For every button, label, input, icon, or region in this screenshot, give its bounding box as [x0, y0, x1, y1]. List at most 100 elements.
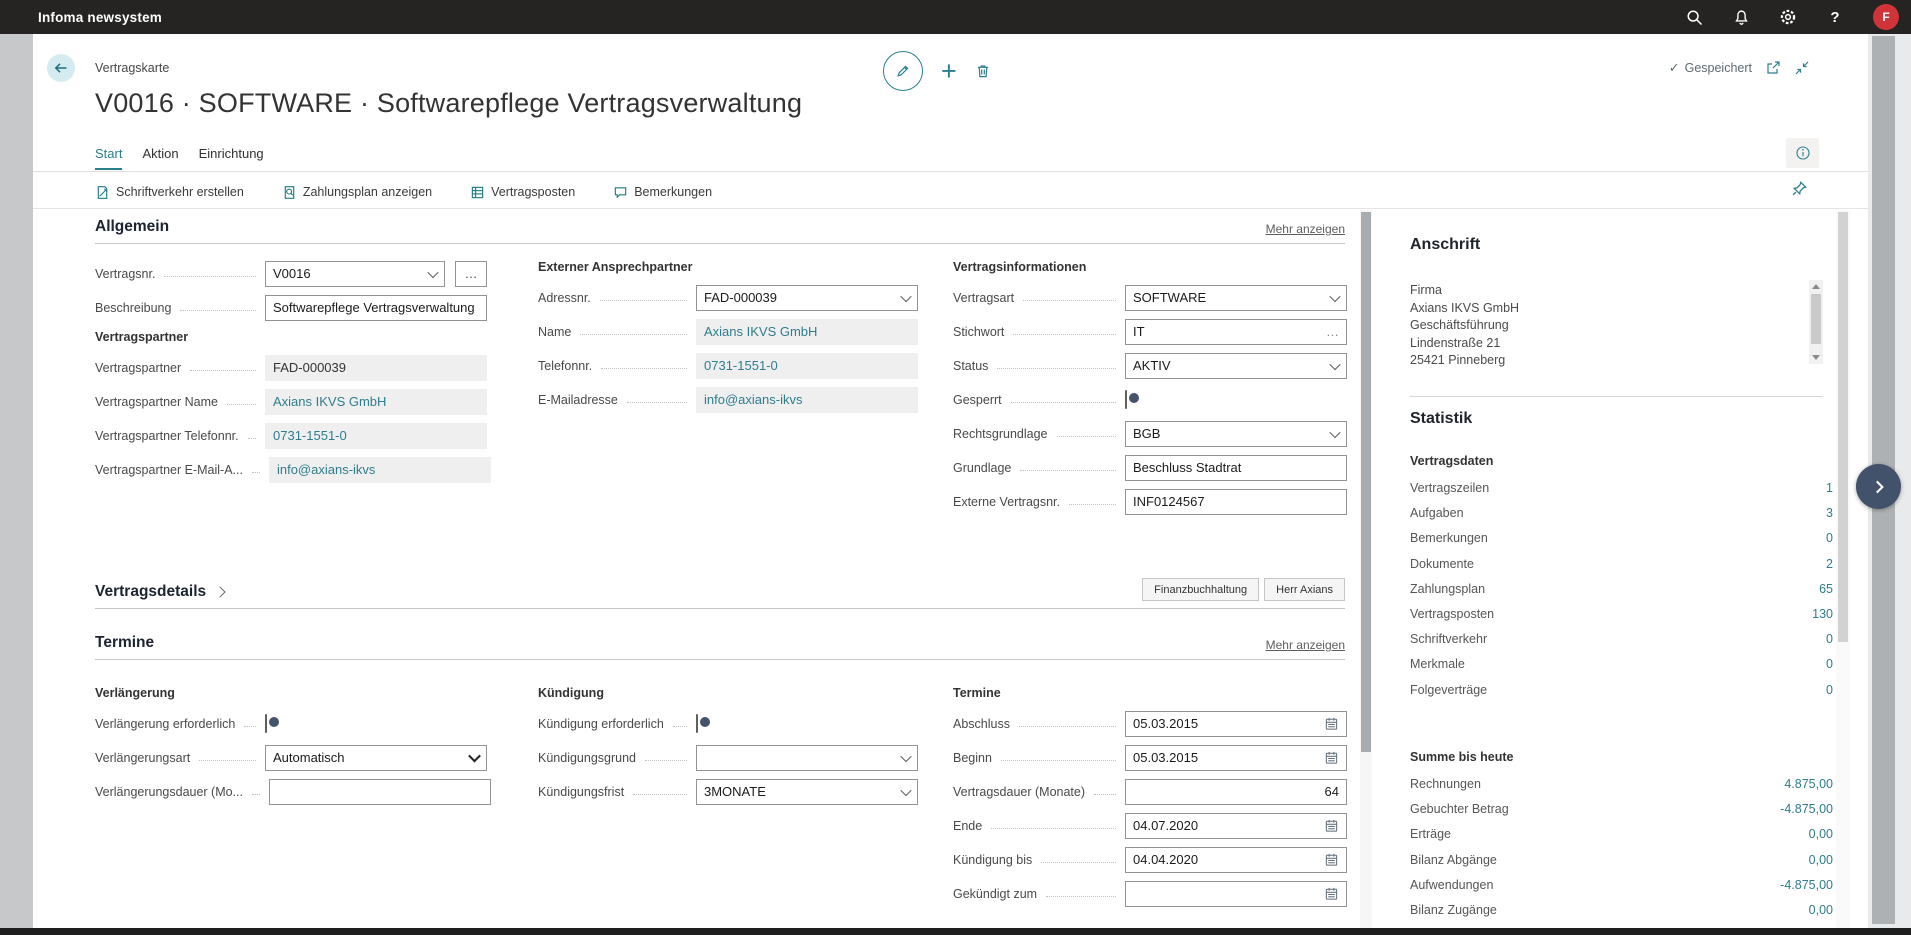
field-label: Kündigungsfrist	[538, 785, 624, 799]
section-heading-vertragsdetails[interactable]: Vertragsdetails	[95, 583, 224, 601]
delete-button[interactable]	[975, 63, 991, 79]
vertragsposten-button[interactable]: Vertragsposten	[470, 185, 575, 200]
stat-row: Bilanz Abgänge0,00	[1410, 848, 1833, 873]
ansprechpartner-telefon-link[interactable]: 0731-1551-0	[696, 353, 918, 379]
expand-factbox-button[interactable]	[1856, 464, 1901, 509]
ende-date-field[interactable]: 04.07.2020	[1125, 813, 1347, 839]
page-title: V0016 · SOFTWARE · Softwarepflege Vertra…	[95, 88, 802, 119]
stat-row: Bemerkungen0	[1410, 526, 1833, 551]
main-scrollbar[interactable]	[1360, 210, 1372, 928]
divider	[33, 171, 1868, 172]
settings-gear-icon[interactable]	[1779, 8, 1797, 26]
kuendigung-erforderlich-toggle[interactable]	[696, 714, 698, 733]
stat-row: Vertragsposten130	[1410, 602, 1833, 627]
info-button[interactable]	[1786, 138, 1819, 168]
vertragsdauer-input[interactable]	[1125, 779, 1347, 805]
address-scrollbar[interactable]	[1809, 280, 1823, 364]
bottom-taskbar-strip	[0, 928, 1911, 935]
add-button[interactable]: +	[941, 52, 957, 90]
search-icon[interactable]	[1685, 8, 1703, 26]
grundlage-input[interactable]	[1125, 455, 1347, 481]
vertragspartner-name-link[interactable]: Axians IKVS GmbH	[265, 389, 487, 415]
vertragsnr-combobox[interactable]: V0016	[265, 261, 445, 287]
back-button[interactable]	[47, 54, 75, 82]
abschluss-date-field[interactable]: 05.03.2015	[1125, 711, 1347, 737]
allgemein-mehr-anzeigen-link[interactable]: Mehr anzeigen	[1266, 222, 1345, 236]
kuendigung-bis-date-field[interactable]: 04.04.2020	[1125, 847, 1347, 873]
chevron-right-icon	[214, 586, 225, 597]
kuendigungsgrund-combobox[interactable]	[696, 745, 918, 771]
address-block: Firma Axians IKVS GmbH Geschäftsführung …	[1410, 282, 1519, 370]
scroll-up-icon[interactable]	[1812, 284, 1820, 289]
termine-mehr-anzeigen-link[interactable]: Mehr anzeigen	[1266, 638, 1345, 652]
info-icon	[1795, 145, 1811, 161]
ansprechpartner-name-link[interactable]: Axians IKVS GmbH	[696, 319, 918, 345]
tab-start[interactable]: Start	[95, 146, 122, 170]
ansprechpartner-email-link[interactable]: info@axians-ikvs	[696, 387, 918, 413]
field-label: Telefonnr.	[538, 359, 592, 373]
edit-button[interactable]	[883, 51, 923, 91]
vertragsart-combobox[interactable]: SOFTWARE	[1125, 285, 1347, 311]
panel-scrollbar[interactable]	[1836, 210, 1850, 928]
verlaengerungsart-select[interactable]: Automatisch	[265, 745, 487, 771]
top-bar: Infoma newsystem ? F	[0, 0, 1911, 34]
zahlungsplan-anzeigen-button[interactable]: Zahlungsplan anzeigen	[282, 185, 432, 200]
popout-icon[interactable]	[1765, 60, 1781, 76]
stat-row: Erträge0,00	[1410, 822, 1833, 847]
calendar-icon[interactable]	[1324, 852, 1339, 867]
calendar-icon[interactable]	[1324, 818, 1339, 833]
help-icon[interactable]: ?	[1826, 8, 1844, 26]
contract-card: Vertragskarte + ✓ Gespeichert	[33, 34, 1868, 928]
field-label: Kündigungsgrund	[538, 751, 636, 765]
panel-heading-anschrift: Anschrift	[1410, 236, 1480, 254]
gesperrt-toggle[interactable]	[1125, 390, 1127, 409]
kuendigungsfrist-combobox[interactable]: 3MONATE	[696, 779, 918, 805]
vertragspartner-telefon-link[interactable]: 0731-1551-0	[265, 423, 487, 449]
calendar-icon[interactable]	[1324, 886, 1339, 901]
rechtsgrundlage-combobox[interactable]: BGB	[1125, 421, 1347, 447]
stat-row: Folgeverträge0	[1410, 678, 1833, 703]
beschreibung-input[interactable]	[265, 295, 487, 321]
finanzbuchhaltung-button[interactable]: Finanzbuchhaltung	[1142, 578, 1259, 601]
vertragsnr-assist-button[interactable]: …	[455, 261, 487, 287]
chevron-down-icon	[468, 750, 481, 763]
field-label: Vertragsnr.	[95, 267, 155, 281]
notifications-icon[interactable]	[1732, 8, 1750, 26]
verlaengerungsdauer-input[interactable]	[269, 779, 491, 805]
calendar-icon[interactable]	[1324, 716, 1339, 731]
user-avatar[interactable]: F	[1873, 4, 1899, 30]
bemerkungen-button[interactable]: Bemerkungen	[613, 185, 712, 200]
chevron-down-icon	[900, 750, 911, 761]
adressnr-combobox[interactable]: FAD-000039	[696, 285, 918, 311]
beginn-date-field[interactable]: 05.03.2015	[1125, 745, 1347, 771]
field-label: Vertragsdauer (Monate)	[953, 785, 1085, 799]
ledger-list-icon	[470, 185, 485, 200]
document-edit-icon	[95, 185, 110, 200]
externe-vertragsnr-input[interactable]	[1125, 489, 1347, 515]
schriftverkehr-erstellen-button[interactable]: Schriftverkehr erstellen	[95, 185, 244, 200]
field-label: Kündigung bis	[953, 853, 1032, 867]
field-label: Vertragspartner E-Mail-A...	[95, 463, 243, 477]
section-heading-allgemein[interactable]: Allgemein	[95, 218, 169, 236]
tab-aktion[interactable]: Aktion	[142, 146, 178, 170]
verlaengerung-erforderlich-toggle[interactable]	[265, 714, 267, 733]
gekuendigt-zum-date-field[interactable]	[1125, 881, 1347, 907]
pin-icon[interactable]	[1791, 180, 1808, 197]
collapse-icon[interactable]	[1794, 60, 1810, 76]
field-label: Beginn	[953, 751, 992, 765]
group-label-vertragspartner: Vertragspartner	[95, 330, 487, 344]
stat-row: Aufgaben3	[1410, 501, 1833, 526]
section-heading-termine[interactable]: Termine	[95, 634, 154, 652]
calendar-icon[interactable]	[1324, 750, 1339, 765]
herr-axians-button[interactable]: Herr Axians	[1264, 578, 1345, 601]
chevron-down-icon	[427, 266, 438, 277]
stichwort-input[interactable]: IT …	[1125, 319, 1347, 345]
vertragspartner-email-link[interactable]: info@axians-ikvs	[269, 457, 491, 483]
tab-einrichtung[interactable]: Einrichtung	[199, 146, 264, 170]
main-form-area: Allgemein Mehr anzeigen Vertragsnr. V001…	[33, 210, 1360, 928]
status-combobox[interactable]: AKTIV	[1125, 353, 1347, 379]
chevron-down-icon	[900, 290, 911, 301]
lookup-dots-icon[interactable]: …	[1326, 324, 1339, 339]
group-label-summe-bis-heute: Summe bis heute	[1410, 750, 1514, 764]
scroll-down-icon[interactable]	[1812, 355, 1820, 360]
